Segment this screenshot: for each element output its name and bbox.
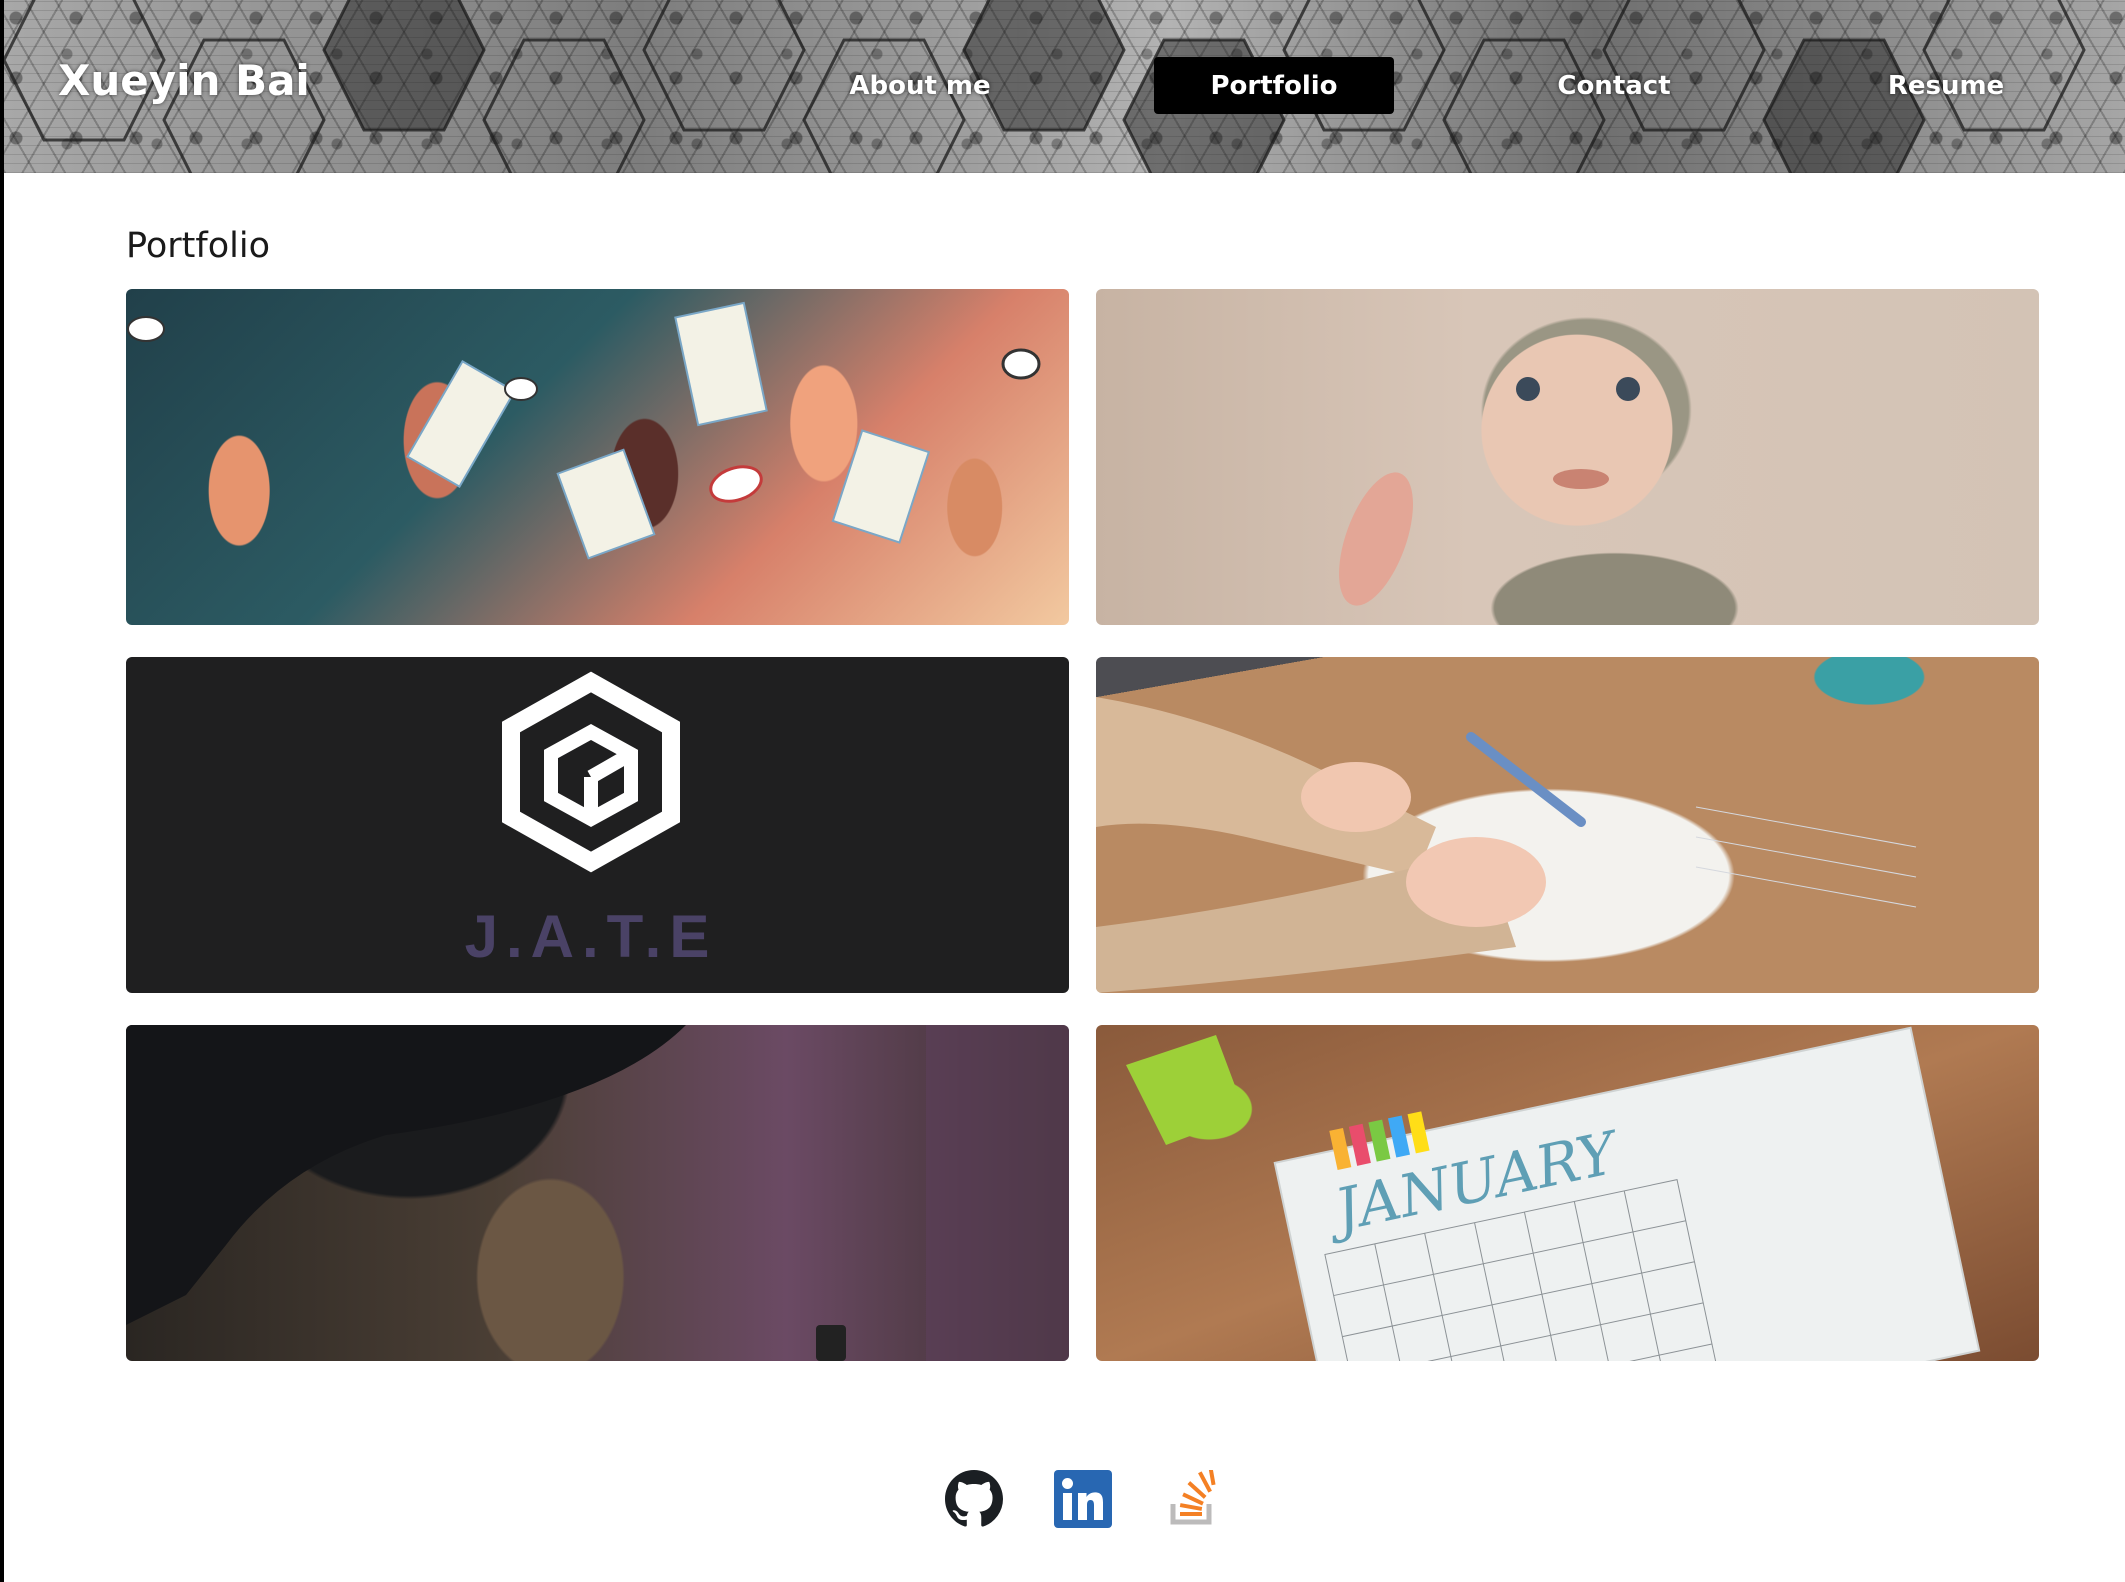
project-tile-calendar[interactable]: JANUARY — [1096, 1025, 2039, 1361]
nav-portfolio[interactable]: Portfolio — [1154, 57, 1394, 114]
project-tile-jate[interactable]: J.A.T.E — [126, 657, 1069, 993]
january-calendar-journal-photo: JANUARY — [1126, 1026, 1981, 1361]
project-tile-voting-hands[interactable] — [126, 289, 1069, 625]
github-icon[interactable] — [945, 1470, 1003, 1528]
page-title: Portfolio — [126, 226, 270, 266]
page-left-border — [0, 0, 4, 1582]
voting-hands-illustration — [127, 301, 1041, 560]
baby-photo — [1339, 377, 1640, 606]
nav-resume[interactable]: Resume — [1866, 57, 2026, 114]
umbrella-person-photo — [126, 1025, 1069, 1361]
project-tile-writing[interactable] — [1096, 657, 2039, 993]
nav-contact[interactable]: Contact — [1534, 57, 1694, 114]
nav-about-me[interactable]: About me — [840, 57, 1000, 114]
jate-logo: J.A.T.E — [465, 671, 718, 970]
header-hexagon-pattern — [4, 0, 2086, 173]
site-header: Xueyin Bai About me Portfolio Contact Re… — [4, 0, 2125, 173]
site-brand[interactable]: Xueyin Bai — [58, 56, 310, 105]
project-tile-umbrella[interactable] — [126, 1025, 1069, 1361]
linkedin-icon[interactable] — [1054, 1470, 1112, 1528]
writing-in-notebook-photo — [1096, 697, 1917, 993]
project-tile-baby[interactable] — [1096, 289, 2039, 625]
jate-wordmark: J.A.T.E — [465, 903, 718, 970]
stackoverflow-icon[interactable] — [1165, 1466, 1223, 1528]
